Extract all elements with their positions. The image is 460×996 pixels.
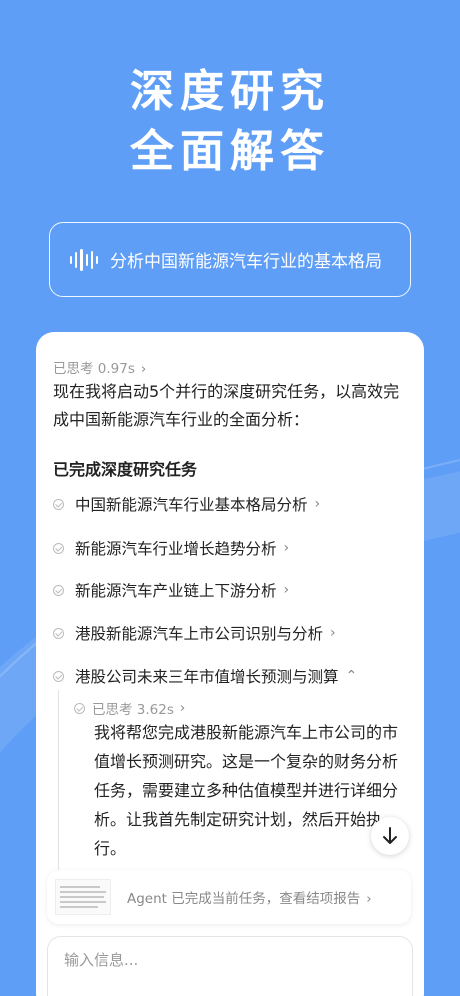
sub-thought-toggle[interactable]: 已思考 3.62s › (74, 698, 185, 718)
chevron-right-icon: › (140, 361, 147, 377)
task-label: 新能源汽车产业链上下游分析 (75, 582, 277, 600)
hero-title-line2: 全面解答 (130, 126, 330, 177)
intro-text: 现在我将启动5个并行的深度研究任务，以高效完成中国新能源汽车行业的全面分析： (53, 382, 400, 429)
hero-title: 深度研究 全面解答 (0, 62, 460, 182)
chevron-right-icon: › (314, 496, 321, 512)
thought-toggle[interactable]: 已思考 0.97s › (53, 357, 146, 377)
scroll-down-button[interactable] (371, 817, 409, 855)
check-circle-icon (53, 670, 64, 682)
task-label: 港股新能源汽车上市公司识别与分析 (75, 625, 324, 643)
report-text: Agent 已完成当前任务，查看结项报告 › (127, 887, 372, 907)
task-item-expanded[interactable]: 港股公司未来三年市值增长预测与测算 ⌃ (53, 662, 357, 690)
section-title: 已完成深度研究任务 (53, 460, 198, 479)
input-placeholder: 输入信息... (64, 951, 139, 969)
message-input[interactable]: 输入信息... (47, 936, 413, 996)
task-item[interactable]: 新能源汽车行业增长趋势分析 › (53, 534, 289, 562)
query-box[interactable]: 分析中国新能源汽车行业的基本格局 (49, 222, 411, 297)
thought-label: 已思考 0.97s (53, 361, 135, 377)
chevron-up-icon: ⌃ (345, 668, 358, 684)
task-item[interactable]: 新能源汽车产业链上下游分析 › (53, 576, 289, 604)
chevron-right-icon: › (366, 891, 372, 907)
chevron-right-icon: › (283, 540, 290, 556)
voice-wave-icon (70, 248, 99, 271)
sub-thought-label: 已思考 3.62s (92, 702, 174, 718)
chevron-right-icon: › (179, 700, 186, 716)
chevron-right-icon: › (283, 582, 290, 598)
hero-title-line1: 深度研究 (130, 66, 330, 117)
task-item[interactable]: 港股新能源汽车上市公司识别与分析 › (53, 619, 336, 647)
arrow-down-icon (383, 827, 397, 844)
report-bar[interactable]: Agent 已完成当前任务，查看结项报告 › (47, 870, 411, 924)
timeline-line (58, 690, 59, 875)
sub-task-text: 我将帮您完成港股新能源汽车上市公司的市值增长预测研究。这是一个复杂的财务分析任务… (94, 723, 399, 858)
task-label: 中国新能源汽车行业基本格局分析 (75, 496, 308, 514)
task-item[interactable]: 中国新能源汽车行业基本格局分析 › (53, 490, 320, 518)
check-circle-icon (53, 584, 64, 596)
task-label: 新能源汽车行业增长趋势分析 (75, 540, 277, 558)
check-circle-icon (74, 702, 85, 714)
report-thumbnail (55, 879, 111, 915)
query-text: 分析中国新能源汽车行业的基本格局 (110, 252, 382, 272)
check-circle-icon (53, 627, 64, 639)
task-label: 港股公司未来三年市值增长预测与测算 (75, 668, 339, 686)
check-circle-icon (53, 498, 64, 510)
chevron-right-icon: › (330, 625, 336, 641)
report-label: Agent 已完成当前任务，查看结项报告 (127, 891, 361, 907)
check-circle-icon (53, 542, 64, 554)
